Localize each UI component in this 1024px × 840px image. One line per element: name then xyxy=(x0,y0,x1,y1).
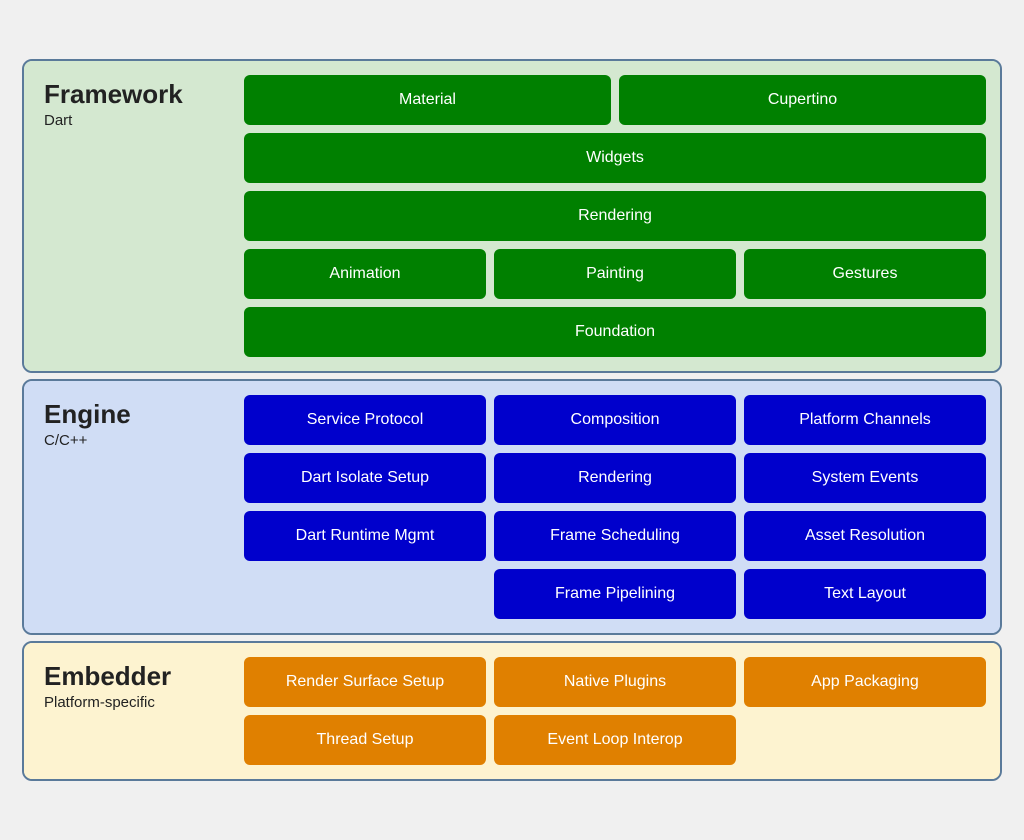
cell-event-loop-interop: Event Loop Interop xyxy=(494,715,736,765)
row: Dart Runtime MgmtFrame SchedulingAsset R… xyxy=(244,511,986,561)
engine-label: Engine C/C++ xyxy=(24,381,244,633)
embedder-title: Embedder xyxy=(44,661,224,692)
embedder-label: Embedder Platform-specific xyxy=(24,643,244,779)
cell-system-events: System Events xyxy=(744,453,986,503)
cell-empty xyxy=(744,715,986,765)
cell-empty xyxy=(244,569,486,619)
cell-widgets: Widgets xyxy=(244,133,986,183)
embedder-section: Embedder Platform-specific Render Surfac… xyxy=(22,641,1002,781)
cell-rendering: Rendering xyxy=(244,191,986,241)
row: MaterialCupertino xyxy=(244,75,986,125)
cell-dart-runtime-mgmt: Dart Runtime Mgmt xyxy=(244,511,486,561)
cell-composition: Composition xyxy=(494,395,736,445)
cell-dart-isolate-setup: Dart Isolate Setup xyxy=(244,453,486,503)
row: Foundation xyxy=(244,307,986,357)
row: Rendering xyxy=(244,191,986,241)
framework-content: MaterialCupertino Widgets Rendering Animati… xyxy=(244,61,1000,371)
cell-frame-pipelining: Frame Pipelining xyxy=(494,569,736,619)
cell-asset-resolution: Asset Resolution xyxy=(744,511,986,561)
row: Dart Isolate SetupRenderingSystem Events xyxy=(244,453,986,503)
embedder-subtitle: Platform-specific xyxy=(44,694,224,711)
row: AnimationPaintingGestures xyxy=(244,249,986,299)
engine-content: Service ProtocolCompositionPlatform Chan… xyxy=(244,381,1000,633)
cell-cupertino: Cupertino xyxy=(619,75,986,125)
cell-service-protocol: Service Protocol xyxy=(244,395,486,445)
architecture-diagram: Framework Dart MaterialCupertino Widgets R… xyxy=(22,59,1002,781)
cell-foundation: Foundation xyxy=(244,307,986,357)
cell-text-layout: Text Layout xyxy=(744,569,986,619)
cell-render-surface-setup: Render Surface Setup xyxy=(244,657,486,707)
cell-platform-channels: Platform Channels xyxy=(744,395,986,445)
row: Thread SetupEvent Loop Interop xyxy=(244,715,986,765)
cell-native-plugins: Native Plugins xyxy=(494,657,736,707)
cell-gestures: Gestures xyxy=(744,249,986,299)
row: Render Surface SetupNative PluginsApp Pa… xyxy=(244,657,986,707)
row: Frame PipeliningText Layout xyxy=(244,569,986,619)
cell-material: Material xyxy=(244,75,611,125)
engine-title: Engine xyxy=(44,399,224,430)
framework-subtitle: Dart xyxy=(44,112,224,129)
engine-section: Engine C/C++ Service ProtocolComposition… xyxy=(22,379,1002,635)
cell-animation: Animation xyxy=(244,249,486,299)
framework-label: Framework Dart xyxy=(24,61,244,371)
embedder-content: Render Surface SetupNative PluginsApp Pa… xyxy=(244,643,1000,779)
cell-app-packaging: App Packaging xyxy=(744,657,986,707)
row: Widgets xyxy=(244,133,986,183)
cell-frame-scheduling: Frame Scheduling xyxy=(494,511,736,561)
cell-painting: Painting xyxy=(494,249,736,299)
cell-thread-setup: Thread Setup xyxy=(244,715,486,765)
framework-title: Framework xyxy=(44,79,224,110)
cell-rendering: Rendering xyxy=(494,453,736,503)
engine-subtitle: C/C++ xyxy=(44,432,224,449)
row: Service ProtocolCompositionPlatform Chan… xyxy=(244,395,986,445)
framework-section: Framework Dart MaterialCupertino Widgets R… xyxy=(22,59,1002,373)
